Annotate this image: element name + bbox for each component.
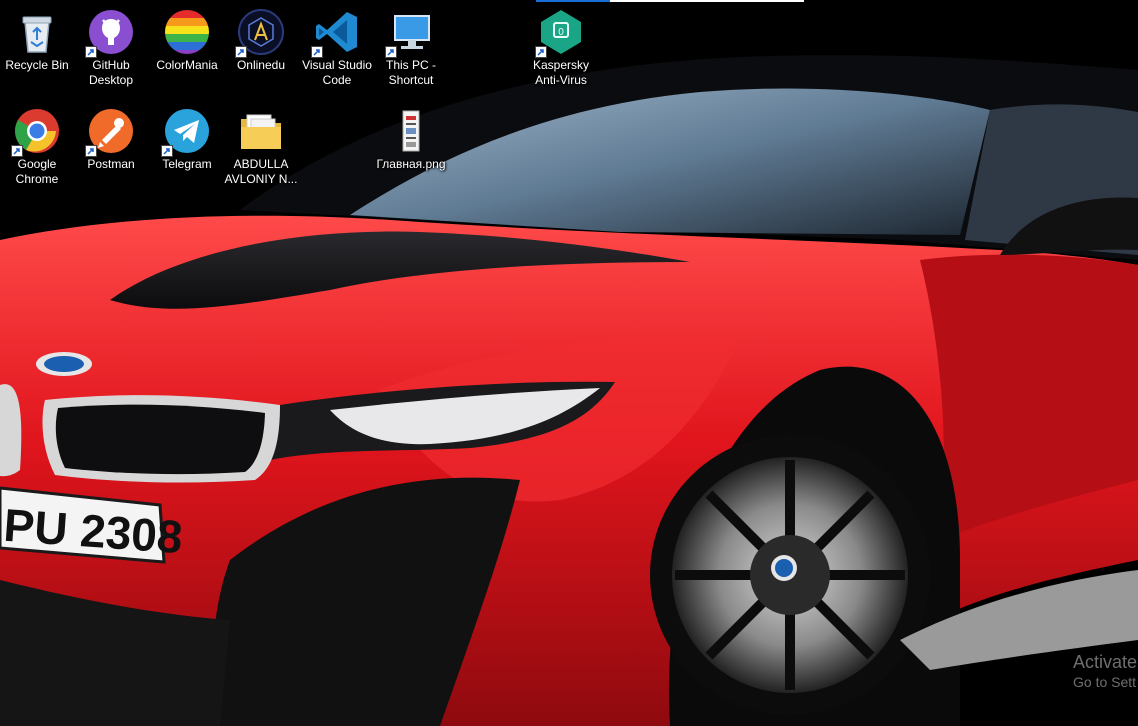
- desktop-icon-google-chrome[interactable]: Google Chrome: [0, 101, 74, 187]
- icon-label: ABDULLA AVLONIY N...: [224, 157, 298, 186]
- shortcut-arrow-icon: [385, 46, 397, 58]
- icon-label: Onlinedu: [236, 58, 286, 72]
- desktop-icon-github-desktop[interactable]: GitHub Desktop: [74, 2, 148, 88]
- recycle-bin-icon: [13, 8, 61, 56]
- desktop-icon-telegram[interactable]: Telegram: [150, 101, 224, 172]
- shortcut-arrow-icon: [235, 46, 247, 58]
- icon-label: Recycle Bin: [5, 58, 69, 72]
- desktop[interactable]: PU 2308 Recycle Bin GitHub Desktop Color…: [0, 0, 1138, 726]
- desktop-icon-onlinedu[interactable]: Onlinedu: [224, 2, 298, 73]
- onlinedu-icon: [235, 8, 285, 58]
- desktop-icon-recycle-bin[interactable]: Recycle Bin: [0, 2, 74, 73]
- icon-label: Kaspersky Anti-Virus: [532, 58, 590, 87]
- png-file-icon: [387, 107, 435, 155]
- desktop-icon-vscode[interactable]: Visual Studio Code: [300, 2, 374, 88]
- desktop-icon-this-pc[interactable]: This PC - Shortcut: [374, 2, 448, 88]
- shortcut-arrow-icon: [311, 46, 323, 58]
- icon-label: Postman: [87, 157, 135, 171]
- shortcut-arrow-icon: [85, 46, 97, 58]
- desktop-icon-colormania[interactable]: ColorMania: [150, 2, 224, 73]
- shortcut-arrow-icon: [85, 145, 97, 157]
- icon-label: Visual Studio Code: [302, 58, 372, 87]
- shortcut-arrow-icon: [161, 145, 173, 157]
- icon-label: ColorMania: [156, 58, 218, 72]
- icon-label: GitHub Desktop: [88, 58, 134, 87]
- chrome-icon: [11, 107, 61, 157]
- activation-title: Activate: [1073, 652, 1138, 672]
- windows-activation-watermark: Activate Go to Sett: [1073, 651, 1137, 691]
- folder-icon: [237, 107, 285, 155]
- desktop-icon-png-file[interactable]: Главная.png: [374, 101, 448, 172]
- kaspersky-icon: 0: [535, 8, 585, 58]
- icon-label: Главная.png: [376, 157, 446, 171]
- postman-icon: [85, 107, 135, 157]
- desktop-icon-kaspersky[interactable]: 0 Kaspersky Anti-Virus: [524, 2, 598, 88]
- colormania-icon: [163, 8, 211, 56]
- svg-text:0: 0: [558, 27, 564, 38]
- shortcut-arrow-icon: [535, 46, 547, 58]
- vscode-icon: [311, 8, 361, 58]
- icon-label: Telegram: [162, 157, 212, 171]
- this-pc-icon: [385, 8, 435, 58]
- icon-label: This PC - Shortcut: [385, 58, 436, 87]
- desktop-icon-postman[interactable]: Postman: [74, 101, 148, 172]
- telegram-icon: [161, 107, 211, 157]
- github-desktop-icon: [85, 8, 135, 58]
- activation-subtitle: Go to Sett: [1073, 674, 1137, 690]
- shortcut-arrow-icon: [11, 145, 23, 157]
- icon-label: Google Chrome: [15, 157, 59, 186]
- desktop-icon-folder[interactable]: ABDULLA AVLONIY N...: [224, 101, 298, 187]
